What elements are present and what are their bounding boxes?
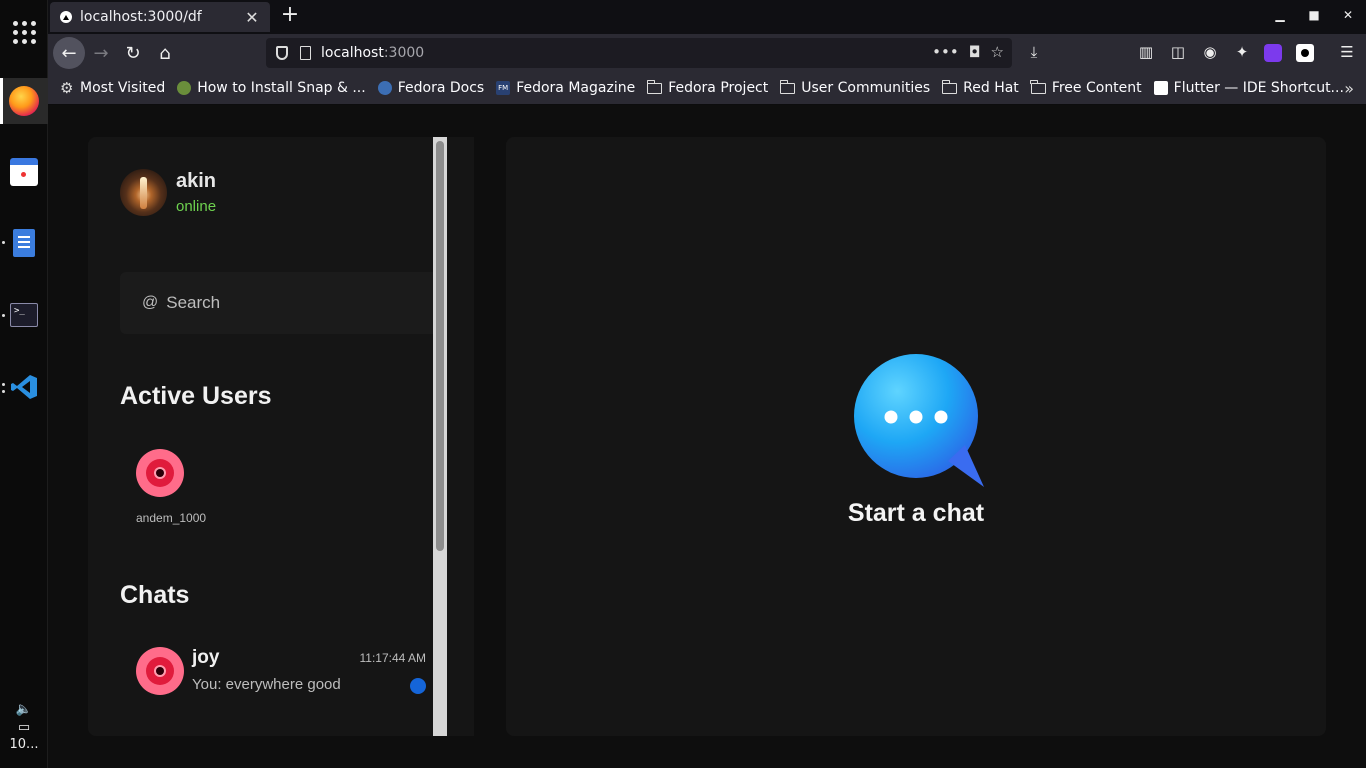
bookmark-user-communities[interactable]: User Communities <box>779 79 930 96</box>
extension-purple-icon[interactable] <box>1264 44 1282 62</box>
folder-icon <box>779 79 796 94</box>
reload-button[interactable]: ↻ <box>119 39 147 67</box>
chat-sidebar: akin online @ Active Users andem_1000 Ch… <box>88 137 474 736</box>
start-chat-title: Start a chat <box>847 499 985 527</box>
search-input[interactable] <box>166 293 427 313</box>
apps-grid-icon[interactable] <box>0 6 48 58</box>
url-bar[interactable]: localhost:3000 ••• ◘ ☆ <box>266 38 1012 68</box>
text-editor-icon[interactable] <box>0 217 48 269</box>
my-avatar[interactable] <box>120 169 167 216</box>
tab-active[interactable]: localhost:3000/df ✕ <box>50 2 270 32</box>
account-icon[interactable]: ◉ <box>1200 43 1220 61</box>
chat-name: joy <box>192 647 220 668</box>
back-button[interactable]: ← <box>53 37 85 69</box>
snap-icon <box>177 81 192 95</box>
maximize-button[interactable]: ■ <box>1304 8 1324 22</box>
library-icon[interactable]: ▥ <box>1136 43 1156 61</box>
active-user[interactable]: andem_1000 <box>136 449 226 525</box>
fedora-magazine-icon: FM <box>496 81 511 95</box>
page-actions-icon[interactable]: ••• <box>932 43 959 61</box>
medium-icon <box>1153 81 1168 95</box>
chat-bubble-icon <box>854 354 984 487</box>
battery-icon: ▭ <box>17 720 31 735</box>
terminal-icon[interactable]: >_ <box>0 289 48 341</box>
gear-icon: ⚙ <box>60 79 74 97</box>
vscode-icon[interactable] <box>0 361 48 413</box>
tracking-shield-icon[interactable] <box>276 46 288 60</box>
new-tab-button[interactable]: + <box>278 4 302 28</box>
bookmark-flutter-ide[interactable]: Flutter — IDE Shortcut... <box>1153 80 1344 96</box>
active-users-title: Active Users <box>120 382 272 410</box>
desktop-dock: >_ 🔈 ▭ 10... <box>0 0 48 768</box>
chat-list-item[interactable]: joy You: everywhere good 11:17:44 AM <box>136 645 426 697</box>
system-tray[interactable]: 🔈 ▭ 10... <box>0 701 48 752</box>
bookmark-red-hat[interactable]: Red Hat <box>941 79 1019 96</box>
browser-window: localhost:3000/df ✕ + ▁ ■ ✕ ← → ↻ ⌂ loca… <box>48 0 1366 768</box>
my-username: akin <box>176 170 217 192</box>
bookmarks-overflow-icon[interactable]: » <box>1344 79 1354 98</box>
unread-indicator <box>410 678 426 694</box>
my-status: online <box>176 198 217 215</box>
tray-clock: 10... <box>9 737 39 752</box>
calendar-icon[interactable] <box>0 146 48 198</box>
search-box[interactable]: @ <box>120 272 441 334</box>
volume-icon: 🔈 <box>15 702 33 717</box>
avatar <box>136 449 184 497</box>
pocket-icon[interactable]: ◘ <box>969 43 981 61</box>
forward-button[interactable]: → <box>87 39 115 67</box>
avatar <box>136 647 184 695</box>
fedora-icon <box>377 81 392 95</box>
firefox-icon[interactable] <box>0 75 48 127</box>
bookmark-install-snap[interactable]: How to Install Snap & ... <box>177 80 366 96</box>
sidebar-scrollbar[interactable] <box>433 137 447 736</box>
vercel-favicon-icon <box>60 11 72 23</box>
minimize-button[interactable]: ▁ <box>1270 8 1290 22</box>
url-port: :3000 <box>383 45 425 61</box>
scrollbar-thumb[interactable] <box>436 141 444 551</box>
folder-icon <box>941 79 958 94</box>
tab-bar: localhost:3000/df ✕ + ▁ ■ ✕ <box>48 0 1366 34</box>
bookmark-most-visited[interactable]: ⚙ Most Visited <box>60 80 165 96</box>
url-host: localhost <box>321 45 384 61</box>
page-info-icon[interactable] <box>300 46 311 60</box>
conversation-pane: Start a chat <box>506 137 1326 736</box>
sidebar-toggle-icon[interactable]: ◫ <box>1168 43 1188 61</box>
folder-icon <box>1030 79 1046 94</box>
downloads-icon[interactable]: ⤓ <box>1024 43 1044 61</box>
extension-dark-reader-icon[interactable] <box>1296 44 1314 62</box>
bookmark-fedora-project[interactable]: Fedora Project <box>646 79 768 96</box>
folder-icon <box>646 79 663 94</box>
page-content: akin online @ Active Users andem_1000 Ch… <box>48 105 1366 768</box>
chats-title: Chats <box>120 581 190 609</box>
bookmark-star-icon[interactable]: ☆ <box>991 43 1004 61</box>
bookmark-fedora-docs[interactable]: Fedora Docs <box>377 80 484 96</box>
bookmark-fedora-magazine[interactable]: FM Fedora Magazine <box>496 80 635 96</box>
home-button[interactable]: ⌂ <box>151 39 179 67</box>
gnome-extension-icon[interactable]: ✦ <box>1232 43 1252 61</box>
bookmark-free-content[interactable]: Free Content <box>1030 79 1142 96</box>
at-icon: @ <box>142 294 159 311</box>
chat-preview: You: everywhere good <box>192 676 341 693</box>
close-window-button[interactable]: ✕ <box>1338 8 1358 22</box>
chat-timestamp: 11:17:44 AM <box>359 651 427 665</box>
navigation-toolbar: ← → ↻ ⌂ localhost:3000 ••• ◘ ☆ ⤓ ▥ ◫ ◉ ✦… <box>48 34 1366 72</box>
menu-icon[interactable]: ☰ <box>1337 43 1357 61</box>
active-user-name: andem_1000 <box>136 511 207 525</box>
tab-title: localhost:3000/df <box>80 9 202 25</box>
bookmarks-toolbar: ⚙ Most Visited How to Install Snap & ... … <box>48 72 1366 105</box>
close-tab-icon[interactable]: ✕ <box>244 8 260 27</box>
